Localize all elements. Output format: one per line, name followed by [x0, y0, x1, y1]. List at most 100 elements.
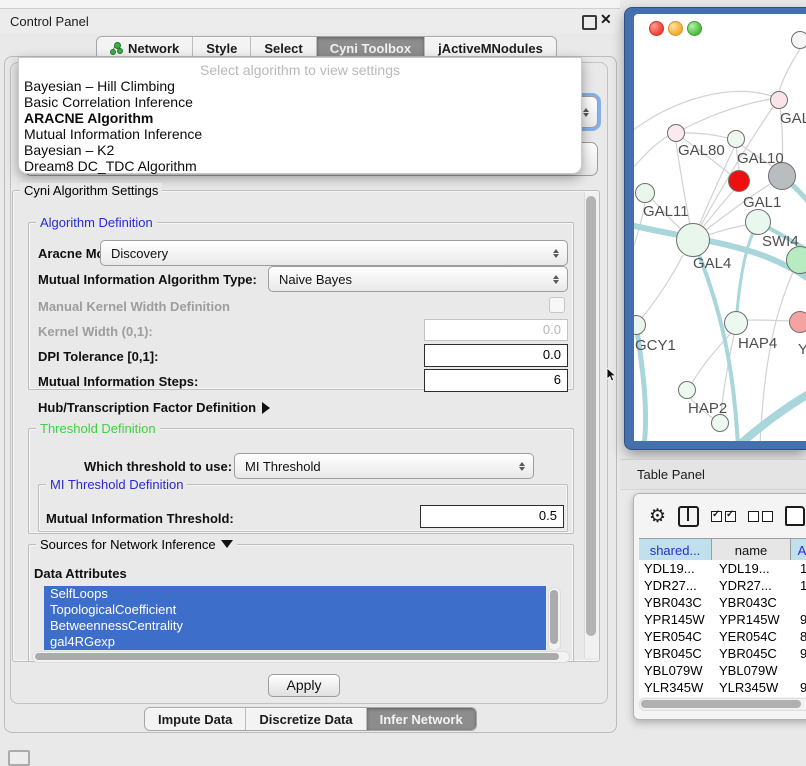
table-body: YDL19...YDL19...13 YDR27...YDR27...12 YB… [639, 560, 806, 697]
float-window-icon[interactable] [582, 15, 597, 30]
combo-value: Discovery [101, 246, 548, 261]
table-hscrollbar-thumb[interactable] [641, 700, 801, 708]
combo-value: Naive Bayes [269, 272, 548, 287]
control-panel-window: Control Panel ✕ Network Style Select Cyn… [0, 0, 620, 762]
list-item[interactable]: SelfLoops [44, 586, 546, 602]
tab-impute-data[interactable]: Impute Data [145, 708, 246, 730]
tab-label: jActiveMNodules [438, 41, 543, 56]
data-attributes-label: Data Attributes [34, 566, 127, 581]
panel-title: Control Panel [10, 14, 89, 29]
column-header[interactable]: shared... [639, 539, 712, 561]
split-pane-icon[interactable] [678, 506, 699, 527]
group-title: MI Threshold Definition [46, 477, 187, 492]
tab-label: Style [206, 41, 237, 56]
network-icon [110, 42, 123, 55]
manual-kernel-label: Manual Kernel Width Definition [38, 299, 230, 314]
network-node-red[interactable] [728, 170, 750, 192]
which-threshold-combobox[interactable]: MI Threshold [234, 453, 534, 479]
column-header[interactable]: A [791, 539, 806, 561]
mouse-cursor-icon [606, 368, 617, 383]
tab-infer-network[interactable]: Infer Network [367, 708, 476, 730]
attributes-scrollbar-thumb[interactable] [550, 590, 558, 644]
network-node[interactable] [789, 311, 806, 333]
collapsed-panel-button[interactable] [8, 750, 30, 766]
network-node[interactable] [727, 130, 745, 148]
group-title[interactable]: Sources for Network Inference [36, 537, 237, 552]
network-node[interactable] [745, 209, 771, 235]
network-node[interactable] [724, 311, 748, 335]
kernel-width-label: Kernel Width (0,1): [38, 324, 153, 339]
attributes-hscrollbar-thumb[interactable] [35, 653, 559, 660]
table-row[interactable]: YPR145WYPR145W9. [639, 611, 806, 628]
table-window: ⚙ shared... name A YDL19...YDL19...13 YD… [633, 493, 806, 720]
network-node[interactable] [676, 223, 710, 257]
dropdown-item[interactable]: Bayesian – K2 [24, 142, 114, 158]
table-row[interactable]: YDL19...YDL19...13 [639, 560, 806, 577]
dpi-tolerance-label: DPI Tolerance [0,1]: [38, 349, 158, 364]
select-all-icon[interactable] [711, 511, 736, 522]
table-row[interactable]: YER054CYER054C8. [639, 628, 806, 645]
dropdown-item-selected[interactable]: ARACNE Algorithm [24, 110, 153, 126]
group-title: Algorithm Definition [36, 215, 157, 230]
tab-label: Select [264, 41, 302, 56]
table-toolbar: ⚙ [634, 494, 806, 538]
hub-definition-label: Hub/Transcription Factor Definition [38, 400, 256, 415]
node-label: HAP4 [738, 335, 777, 352]
gear-icon[interactable]: ⚙ [649, 507, 666, 526]
cyni-mode-tab-bar: Impute Data Discretize Data Infer Networ… [144, 707, 477, 731]
combo-value: MI Threshold [235, 459, 514, 474]
tab-label: Network [128, 41, 179, 56]
node-label: GAL4 [693, 255, 731, 272]
deselect-all-icon[interactable] [748, 511, 773, 522]
network-node[interactable] [791, 31, 806, 49]
table-row[interactable]: YIL052CYIL052C9. [639, 696, 806, 697]
list-item[interactable]: gal4RGexp [44, 634, 546, 650]
algorithm-dropdown-list: Select algorithm to view settings Bayesi… [18, 57, 582, 174]
column-header[interactable]: name [712, 539, 791, 561]
network-node[interactable] [786, 246, 806, 274]
network-node[interactable] [667, 124, 685, 142]
node-label: GAL [780, 110, 806, 127]
dropdown-item[interactable]: Basic Correlation Inference [24, 94, 193, 110]
apply-button[interactable]: Apply [268, 674, 340, 697]
dpi-tolerance-field[interactable]: 0.0 [424, 344, 568, 367]
table-row[interactable]: YBR045CYBR045C9. [639, 645, 806, 662]
dropdown-item[interactable]: Mutual Information Inference [24, 126, 202, 142]
new-table-icon[interactable] [785, 506, 805, 526]
hub-definition-header[interactable]: Hub/Transcription Factor Definition [38, 400, 270, 415]
list-item[interactable]: BetweennessCentrality [44, 618, 546, 634]
spinner-icon [514, 462, 529, 471]
node-label: SWI4 [762, 233, 799, 250]
tab-label: Discretize Data [259, 712, 352, 727]
node-label: GAL10 [737, 150, 784, 167]
table-row[interactable]: YDR27...YDR27...12 [639, 577, 806, 594]
table-panel-title: Table Panel [637, 467, 705, 482]
manual-kernel-checkbox[interactable] [549, 297, 565, 313]
tab-label: Infer Network [380, 712, 463, 727]
aracne-mode-combobox[interactable]: Discovery [100, 240, 568, 266]
node-label: GAL1 [743, 194, 781, 211]
dropdown-item[interactable]: Dream8 DC_TDC Algorithm [24, 158, 197, 174]
mi-threshold-field[interactable]: 0.5 [420, 505, 564, 528]
tab-discretize-data[interactable]: Discretize Data [246, 708, 366, 730]
network-node[interactable] [635, 183, 655, 203]
list-item[interactable]: TopologicalCoefficient [44, 602, 546, 618]
node-label: GCY1 [635, 337, 676, 354]
settings-scrollbar-thumb[interactable] [586, 196, 596, 636]
network-canvas[interactable]: GAL GAL80 GAL10 GAL11 GAL1 GAL4 SWI4 GCY… [634, 14, 806, 441]
table-row[interactable]: YBL079WYBL079W [639, 662, 806, 679]
which-threshold-label: Which threshold to use: [84, 459, 232, 474]
table-row[interactable]: YBR043CYBR043C [639, 594, 806, 611]
sources-title-label: Sources for Network Inference [40, 537, 216, 552]
table-row[interactable]: YLR345WYLR345W9. [639, 679, 806, 696]
mi-type-combobox[interactable]: Naive Bayes [268, 266, 568, 292]
network-node[interactable] [678, 381, 696, 399]
chevron-down-icon [221, 540, 233, 548]
mi-steps-field[interactable]: 6 [424, 369, 568, 392]
close-icon[interactable]: ✕ [600, 11, 612, 28]
dropdown-item[interactable]: Bayesian – Hill Climbing [24, 78, 175, 94]
kernel-width-field[interactable]: 0.0 [424, 319, 568, 341]
spinner-icon [548, 275, 563, 284]
network-node[interactable] [770, 91, 788, 109]
table-panel-titlebar: Table Panel [620, 459, 806, 490]
